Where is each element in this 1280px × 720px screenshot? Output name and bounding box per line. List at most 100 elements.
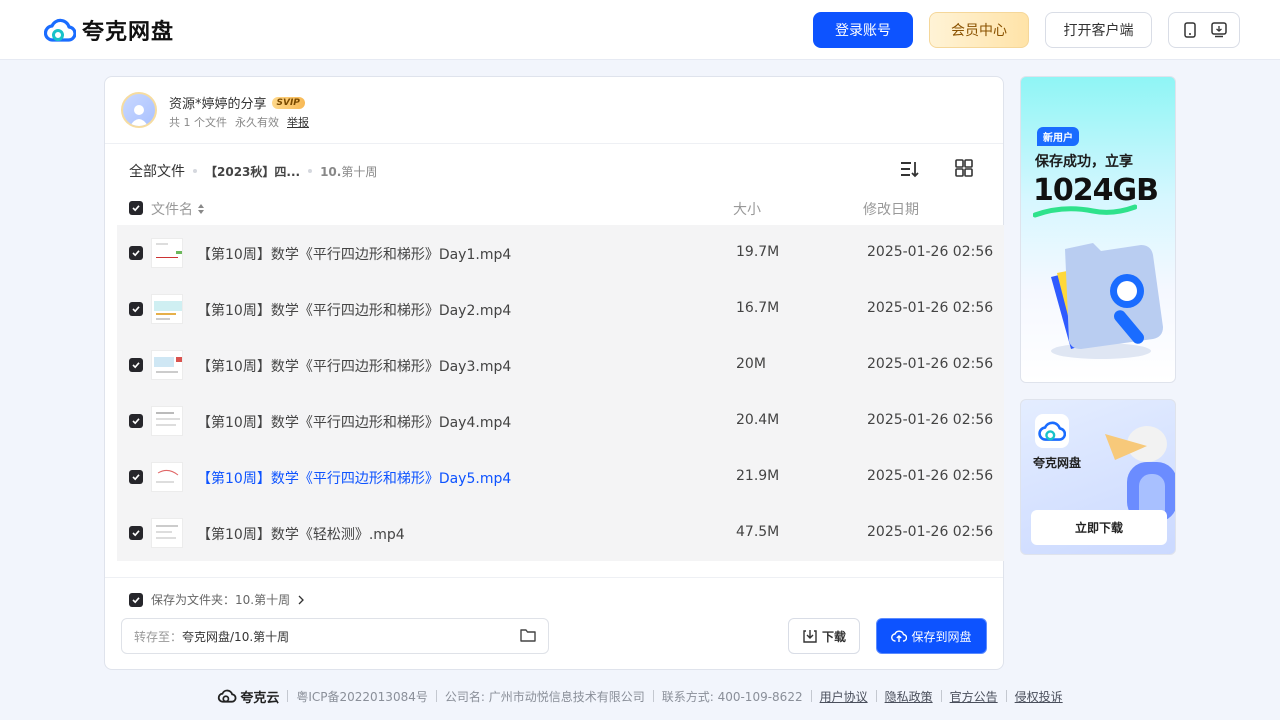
file-date: 2025-01-26 02:56 — [867, 300, 994, 316]
cloud-upload-icon — [891, 630, 908, 642]
row-checkbox[interactable] — [129, 526, 143, 540]
row-checkbox[interactable] — [129, 246, 143, 260]
privacy-policy-link[interactable]: 隐私政策 — [885, 688, 933, 705]
file-size: 19.7M — [736, 244, 780, 260]
icp-text: 粤ICP备2022013084号 — [296, 689, 428, 704]
file-list: 【第10周】数学《平行四边形和梯形》Day1.mp4 19.7M 2025-01… — [117, 225, 1004, 561]
app-illustration-icon — [1105, 426, 1175, 522]
file-name: 【第10周】数学《平行四边形和梯形》Day5.mp4 — [197, 471, 512, 487]
divider — [287, 690, 289, 702]
download-button[interactable]: 下载 — [788, 618, 860, 654]
report-link[interactable]: 举报 — [287, 114, 309, 130]
page-footer: 夸克云 粤ICP备2022013084号 公司名: 广州市动悦信息技术有限公司 … — [0, 684, 1280, 708]
folder-illustration-icon — [1051, 243, 1163, 359]
select-all-checkbox[interactable] — [129, 201, 143, 215]
column-name-header[interactable]: 文件名 — [151, 199, 205, 219]
promo-banner-storage[interactable]: 新用户 保存成功，立享 1024GB — [1020, 76, 1176, 383]
breadcrumb: 全部文件 【2023秋】四... 10.第十周 — [129, 161, 377, 181]
column-date-header[interactable]: 修改日期 — [863, 199, 919, 219]
breadcrumb-current: 10.第十周 — [320, 163, 377, 180]
download-label: 下载 — [821, 629, 846, 644]
mobile-icon[interactable] — [1181, 21, 1199, 39]
app-logo-icon — [1035, 414, 1069, 448]
contact-text: 联系方式: 400-109-8622 — [661, 689, 803, 704]
save-as-folder-checkbox[interactable] — [129, 592, 143, 607]
table-header: 文件名 大小 修改日期 — [129, 197, 999, 221]
share-card: 资源*婷婷的分享 SVIP 共 1 个文件 永久有效 举报 全部文件 【2023… — [104, 76, 1004, 670]
download-app-button[interactable]: 立即下载 — [1031, 510, 1167, 545]
folder-icon[interactable] — [520, 628, 536, 645]
promo-banner-download[interactable]: 夸克网盘 立即下载 — [1020, 399, 1176, 555]
announcement-link[interactable]: 官方公告 — [950, 688, 998, 705]
divider — [1005, 690, 1007, 702]
table-row[interactable]: 【第10周】数学《平行四边形和梯形》Day3.mp4 20M 2025-01-2… — [117, 337, 1004, 393]
breadcrumb-parent[interactable]: 【2023秋】四... — [205, 163, 300, 180]
cloud-icon — [218, 689, 237, 703]
file-size: 47.5M — [736, 524, 780, 540]
new-user-tag: 新用户 — [1037, 127, 1079, 146]
breadcrumb-separator — [193, 169, 197, 173]
chevron-right-icon — [298, 595, 305, 604]
file-name: 【第10周】数学《平行四边形和梯形》Day1.mp4 — [197, 247, 512, 263]
row-checkbox[interactable] — [129, 470, 143, 484]
save-as-folder-option[interactable]: 保存为文件夹：10.第十周 — [129, 591, 305, 608]
sort-icon[interactable] — [899, 159, 919, 179]
row-checkbox[interactable] — [129, 414, 143, 428]
file-date: 2025-01-26 02:56 — [867, 244, 994, 260]
vip-center-button[interactable]: 会员中心 — [929, 12, 1029, 48]
open-client-button[interactable]: 打开客户端 — [1045, 12, 1152, 48]
download-icon — [803, 630, 817, 643]
table-row[interactable]: 【第10周】数学《轻松测》.mp4 47.5M 2025-01-26 02:56 — [117, 505, 1004, 561]
file-size: 16.7M — [736, 300, 780, 316]
video-thumbnail — [151, 406, 183, 436]
company-text: 公司名: 广州市动悦信息技术有限公司 — [444, 689, 645, 704]
video-thumbnail — [151, 350, 183, 380]
save-to-drive-button[interactable]: 保存到网盘 — [876, 618, 987, 654]
column-name-label: 文件名 — [151, 202, 193, 218]
divider — [875, 690, 877, 702]
row-checkbox[interactable] — [129, 358, 143, 372]
infringement-report-link[interactable]: 侵权投诉 — [1015, 688, 1063, 705]
share-header: 资源*婷婷的分享 SVIP 共 1 个文件 永久有效 举报 — [105, 77, 1003, 144]
file-size: 21.9M — [736, 468, 780, 484]
promo-text: 保存成功，立享 — [1035, 154, 1133, 170]
breadcrumb-current-prefix: 10. — [320, 164, 342, 179]
video-thumbnail — [151, 238, 183, 268]
row-checkbox[interactable] — [129, 302, 143, 316]
table-row[interactable]: 【第10周】数学《平行四边形和梯形》Day2.mp4 16.7M 2025-01… — [117, 281, 1004, 337]
grid-view-icon[interactable] — [955, 159, 973, 177]
table-row[interactable]: 【第10周】数学《平行四边形和梯形》Day4.mp4 20.4M 2025-01… — [117, 393, 1004, 449]
file-date: 2025-01-26 02:56 — [867, 468, 994, 484]
share-owner: 资源*婷婷的分享 — [169, 97, 267, 112]
device-buttons — [1168, 12, 1240, 48]
save-to-drive-label: 保存到网盘 — [911, 629, 972, 644]
file-date: 2025-01-26 02:56 — [867, 412, 994, 428]
file-name: 【第10周】数学《轻松测》.mp4 — [197, 527, 405, 543]
table-row[interactable]: 【第10周】数学《平行四边形和梯形》Day5.mp4 21.9M 2025-01… — [117, 449, 1004, 505]
desktop-icon[interactable] — [1210, 21, 1228, 39]
login-button[interactable]: 登录账号 — [813, 12, 913, 48]
brand-logo[interactable]: 夸克网盘 — [44, 14, 174, 46]
save-path-label: 转存至： — [134, 629, 183, 644]
svip-badge: SVIP — [271, 96, 305, 109]
share-title: 资源*婷婷的分享 SVIP — [169, 93, 305, 112]
app-name: 夸克网盘 — [1033, 456, 1082, 470]
column-size-header[interactable]: 大小 — [733, 199, 761, 219]
divider — [435, 690, 437, 702]
save-path-field[interactable]: 转存至： 夸克网盘/10.第十周 — [121, 618, 549, 654]
top-header: 夸克网盘 登录账号 会员中心 打开客户端 — [0, 0, 1280, 60]
divider — [105, 577, 1003, 578]
file-date: 2025-01-26 02:56 — [867, 524, 994, 540]
breadcrumb-root[interactable]: 全部文件 — [129, 161, 185, 181]
file-size: 20.4M — [736, 412, 780, 428]
table-row[interactable]: 【第10周】数学《平行四边形和梯形》Day1.mp4 19.7M 2025-01… — [117, 225, 1004, 281]
file-name: 【第10周】数学《平行四边形和梯形》Day3.mp4 — [197, 359, 512, 375]
divider — [652, 690, 654, 702]
divider — [810, 690, 812, 702]
divider — [940, 690, 942, 702]
user-agreement-link[interactable]: 用户协议 — [820, 688, 868, 705]
brand-name: 夸克网盘 — [82, 20, 175, 45]
share-meta: 共 1 个文件 永久有效 举报 — [169, 114, 309, 130]
sort-toggle-icon — [198, 204, 204, 214]
video-thumbnail — [151, 462, 183, 492]
